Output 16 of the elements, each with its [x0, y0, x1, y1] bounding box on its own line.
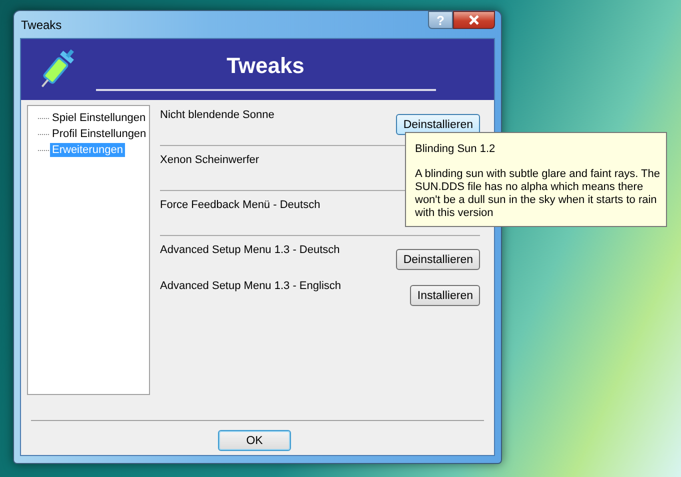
- tree-item[interactable]: Profil Einstellungen: [50, 127, 148, 141]
- addon-label: Advanced Setup Menu 1.3 - Englisch: [160, 280, 342, 292]
- tooltip-title: Blinding Sun 1.2: [415, 143, 496, 156]
- close-icon: [467, 15, 481, 25]
- tree-item[interactable]: Spiel Einstellungen: [50, 111, 148, 125]
- close-button[interactable]: [453, 11, 495, 29]
- addon-label: Xenon Scheinwerfer: [160, 154, 260, 166]
- addon-label: Advanced Setup Menu 1.3 - Deutsch: [160, 244, 340, 256]
- window-title: Tweaks: [20, 18, 62, 32]
- addon-label: Nicht blendende Sonne: [160, 109, 274, 121]
- ok-button[interactable]: OK: [218, 430, 291, 451]
- header-title: Tweaks: [226, 53, 304, 79]
- tooltip-text: A blinding sun with subtle glare and faint rays. The SUN.DDS file has no alpha which means there won't be a dull sun in the sky when it starts to rain with this version: [415, 168, 660, 220]
- addon-label: Force Feedback Menü - Deutsch: [160, 199, 320, 211]
- install-button[interactable]: Installieren: [410, 285, 480, 306]
- install-button[interactable]: Deinstallieren: [396, 249, 480, 270]
